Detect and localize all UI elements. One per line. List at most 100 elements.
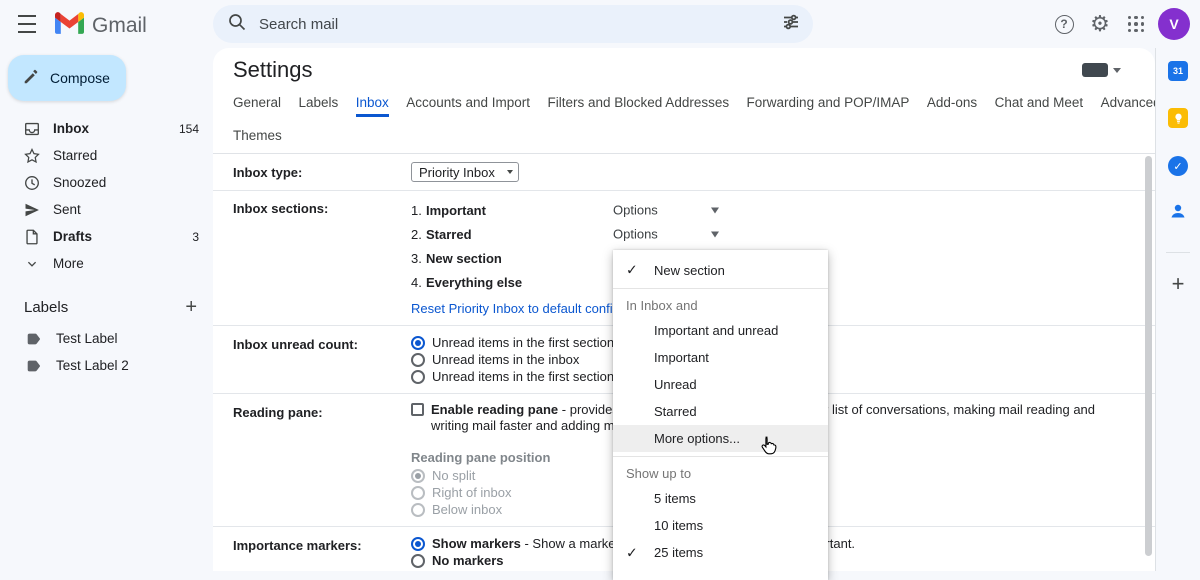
drafts-count: 3 [192,230,199,244]
tab-labels[interactable]: Labels [298,95,338,117]
help-icon [1055,15,1074,34]
inbox-type-value: Priority Inbox [419,165,495,180]
tasks-button[interactable] [1167,155,1189,177]
contacts-person-icon [1168,201,1188,226]
file-icon [22,227,42,247]
hamburger-menu-icon[interactable] [18,15,42,33]
sidebar-item-label: Inbox [53,121,89,136]
menu-item-unread[interactable]: Unread [613,371,828,398]
input-tools-selector[interactable] [1082,63,1121,77]
tab-forwarding-and-pop-imap[interactable]: Forwarding and POP/IMAP [747,95,910,117]
sidebar: Compose Inbox 154 Starred Snoozed Sen [0,48,213,571]
radio-icon[interactable] [411,554,425,568]
menu-item-important-and-unread[interactable]: Important and unread [613,317,828,344]
option-bold-label: No markers [432,553,504,568]
section-name: New section [426,251,502,266]
tab-inbox[interactable]: Inbox [356,95,389,117]
options-dropdown-2[interactable]: Options [613,227,719,242]
add-label-button[interactable] [185,297,197,317]
menu-item-label: Unread [654,377,697,392]
row-label: Importance markers: [233,535,411,569]
row-label: Reading pane: [233,402,411,518]
tab-general[interactable]: General [233,95,281,117]
vertical-scrollbar[interactable] [1145,156,1152,556]
calendar-button[interactable]: 31 [1167,60,1189,82]
keyboard-icon [1082,63,1108,77]
inbox-icon [22,119,42,139]
menu-item-label: 5 items [654,491,696,506]
label-item-test-label[interactable]: Test Label [0,325,213,352]
help-button[interactable] [1046,4,1082,44]
radio-icon[interactable] [411,353,425,367]
sidebar-item-label: More [53,256,84,271]
gmail-logo[interactable]: Gmail [55,12,147,39]
contacts-button[interactable] [1167,202,1189,224]
send-icon [22,200,42,220]
search-icon[interactable] [227,12,247,37]
radio-selected-icon[interactable] [411,336,425,350]
star-icon [22,146,42,166]
menu-item-5-items[interactable]: 5 items [613,485,828,512]
section-number: 2. [411,227,426,242]
menu-item-starred[interactable]: Starred [613,398,828,425]
apps-grid-button[interactable] [1118,4,1154,44]
inbox-count: 154 [179,122,199,136]
compose-button[interactable]: Compose [8,55,126,101]
labels-header-label: Labels [24,299,68,316]
checkbox-icon[interactable] [411,403,424,416]
menu-item-label: Starred [654,404,697,419]
dropdown-arrow-icon [1113,68,1121,73]
menu-item-more-options[interactable]: More options... [613,425,828,452]
radio-label: No split [432,468,475,483]
select-arrow-icon [507,170,513,174]
menu-item-label: New section [654,263,725,278]
checkmark-icon [626,544,638,561]
gmail-m-icon [55,12,84,39]
sidebar-item-label: Snoozed [53,175,106,190]
radio-label: Below inbox [432,502,502,517]
tab-chat-and-meet[interactable]: Chat and Meet [995,95,1084,117]
sidebar-item-more[interactable]: More [0,250,213,277]
menu-item-label: 25 items [654,545,703,560]
get-add-ons-button[interactable] [1172,273,1185,295]
sidebar-item-sent[interactable]: Sent [0,196,213,223]
side-panel-rail: 31 [1155,48,1200,571]
divider [1166,252,1190,253]
sidebar-item-inbox[interactable]: Inbox 154 [0,115,213,142]
menu-item-new-section[interactable]: New section [613,256,828,284]
radio-disabled-icon[interactable] [411,486,425,500]
radio-selected-icon[interactable] [411,537,425,551]
tab-themes[interactable]: Themes [233,128,282,150]
inbox-type-select[interactable]: Priority Inbox [411,162,519,182]
label-item-name: Test Label 2 [56,358,129,373]
options-label: Options [613,203,658,218]
keep-button[interactable] [1167,107,1189,129]
search-input[interactable] [259,16,781,33]
radio-icon[interactable] [411,370,425,384]
tab-accounts-and-import[interactable]: Accounts and Import [406,95,530,117]
sidebar-item-drafts[interactable]: Drafts 3 [0,223,213,250]
options-dropdown-1[interactable]: Options [613,203,719,218]
sidebar-item-label: Starred [53,148,97,163]
search-bar[interactable] [213,5,813,43]
account-avatar[interactable]: V [1158,8,1190,40]
search-filter-icon[interactable] [781,12,801,37]
sidebar-item-snoozed[interactable]: Snoozed [0,169,213,196]
menu-item-10-items[interactable]: 10 items [613,512,828,539]
chevron-down-icon [22,254,42,274]
menu-item-25-items[interactable]: 25 items [613,539,828,566]
settings-gear-button[interactable] [1082,4,1118,44]
section-name: Important [426,203,486,218]
tab-filters-and-blocked-addresses[interactable]: Filters and Blocked Addresses [548,95,730,117]
options-dropdown-menu: New section In Inbox and Important and u… [613,250,828,580]
dropdown-arrow-icon [711,231,719,237]
tab-advanced[interactable]: Advanced [1101,95,1155,117]
sidebar-item-starred[interactable]: Starred [0,142,213,169]
radio-disabled-icon[interactable] [411,503,425,517]
tab-add-ons[interactable]: Add-ons [927,95,977,117]
menu-item-label: More options... [654,431,740,446]
menu-item-important[interactable]: Important [613,344,828,371]
radio-disabled-selected-icon[interactable] [411,469,425,483]
label-item-test-label-2[interactable]: Test Label 2 [0,352,213,379]
label-tag-icon [24,329,44,349]
